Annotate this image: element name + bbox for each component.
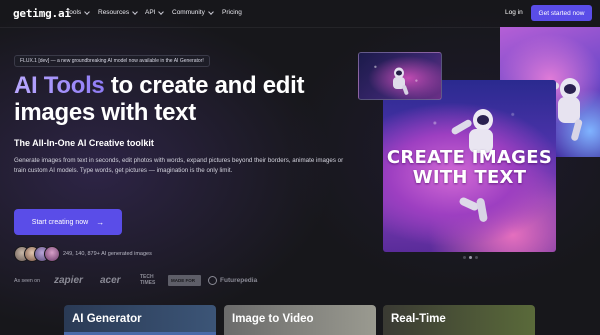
start-creating-label: Start creating now	[31, 218, 89, 226]
techtimes-logo: TECH TIMES	[140, 274, 156, 286]
top-navigation: getimg.ai Tools Resources API Community …	[0, 0, 600, 28]
nav-item-label: API	[145, 9, 156, 16]
acer-logo: acer	[100, 274, 121, 286]
logo[interactable]: getimg.ai	[13, 7, 71, 20]
nav-item-api[interactable]: API	[145, 8, 165, 16]
chevron-down-icon	[132, 8, 138, 15]
announcement-banner[interactable]: FLUX.1 [dev] — a new groundbreaking AI m…	[14, 55, 210, 67]
chevron-down-icon	[208, 8, 214, 15]
astronaut-image-small	[358, 52, 442, 100]
start-creating-button[interactable]: Start creating now →	[14, 209, 122, 235]
feature-card-ai-generator[interactable]: AI Generator	[64, 305, 216, 335]
nav-item-label: Community	[172, 9, 205, 16]
subheading: The All-In-One AI Creative toolkit	[14, 138, 154, 148]
feature-card-real-time[interactable]: Real-Time	[383, 305, 535, 335]
nav-item-label: Tools	[66, 9, 82, 16]
futurepedia-logo: Futurepedia	[208, 272, 257, 288]
carousel-dot-active[interactable]	[469, 256, 472, 259]
page-title: AI Tools to create and edit images with …	[14, 72, 344, 126]
nav-item-community[interactable]: Community	[172, 8, 214, 16]
feature-card-title: AI Generator	[72, 313, 142, 325]
nav-item-resources[interactable]: Resources	[98, 8, 138, 16]
astronaut-illustration	[393, 67, 409, 95]
create-images-hero-image: CREATE IMAGES WITH TEXT	[383, 80, 556, 252]
chevron-down-icon	[84, 8, 91, 15]
generated-images-count: 249, 140, 879+ AI generated images	[63, 251, 152, 257]
futurepedia-icon	[208, 275, 217, 285]
feature-card-title: Image to Video	[232, 313, 314, 325]
headline-accent: AI Tools	[14, 72, 105, 99]
carousel-dot[interactable]	[463, 256, 466, 259]
carousel-dot[interactable]	[475, 256, 478, 259]
as-seen-on-label: As seen on	[14, 278, 40, 284]
nav-item-label: Resources	[98, 9, 130, 16]
madefor-logo: MADE FOR	[168, 275, 201, 286]
carousel-dots	[463, 256, 478, 259]
feature-card-title: Real-Time	[391, 313, 446, 325]
login-link[interactable]: Log in	[505, 9, 523, 16]
arrow-right-icon: →	[96, 217, 105, 227]
zapier-logo: zapier	[54, 274, 83, 286]
user-avatars	[14, 246, 62, 262]
feature-card-image-to-video[interactable]: Image to Video	[224, 305, 376, 335]
avatar	[44, 246, 60, 262]
get-started-button[interactable]: Get started now	[531, 5, 592, 21]
chevron-down-icon	[158, 8, 165, 15]
nav-item-pricing[interactable]: Pricing	[222, 9, 242, 16]
hero-description: Generate images from text in seconds, ed…	[14, 157, 344, 174]
futurepedia-label: Futurepedia	[220, 276, 258, 284]
nav-item-tools[interactable]: Tools	[66, 8, 91, 16]
image-overlay-text: CREATE IMAGES WITH TEXT	[386, 147, 553, 188]
nav-item-label: Pricing	[222, 9, 242, 16]
